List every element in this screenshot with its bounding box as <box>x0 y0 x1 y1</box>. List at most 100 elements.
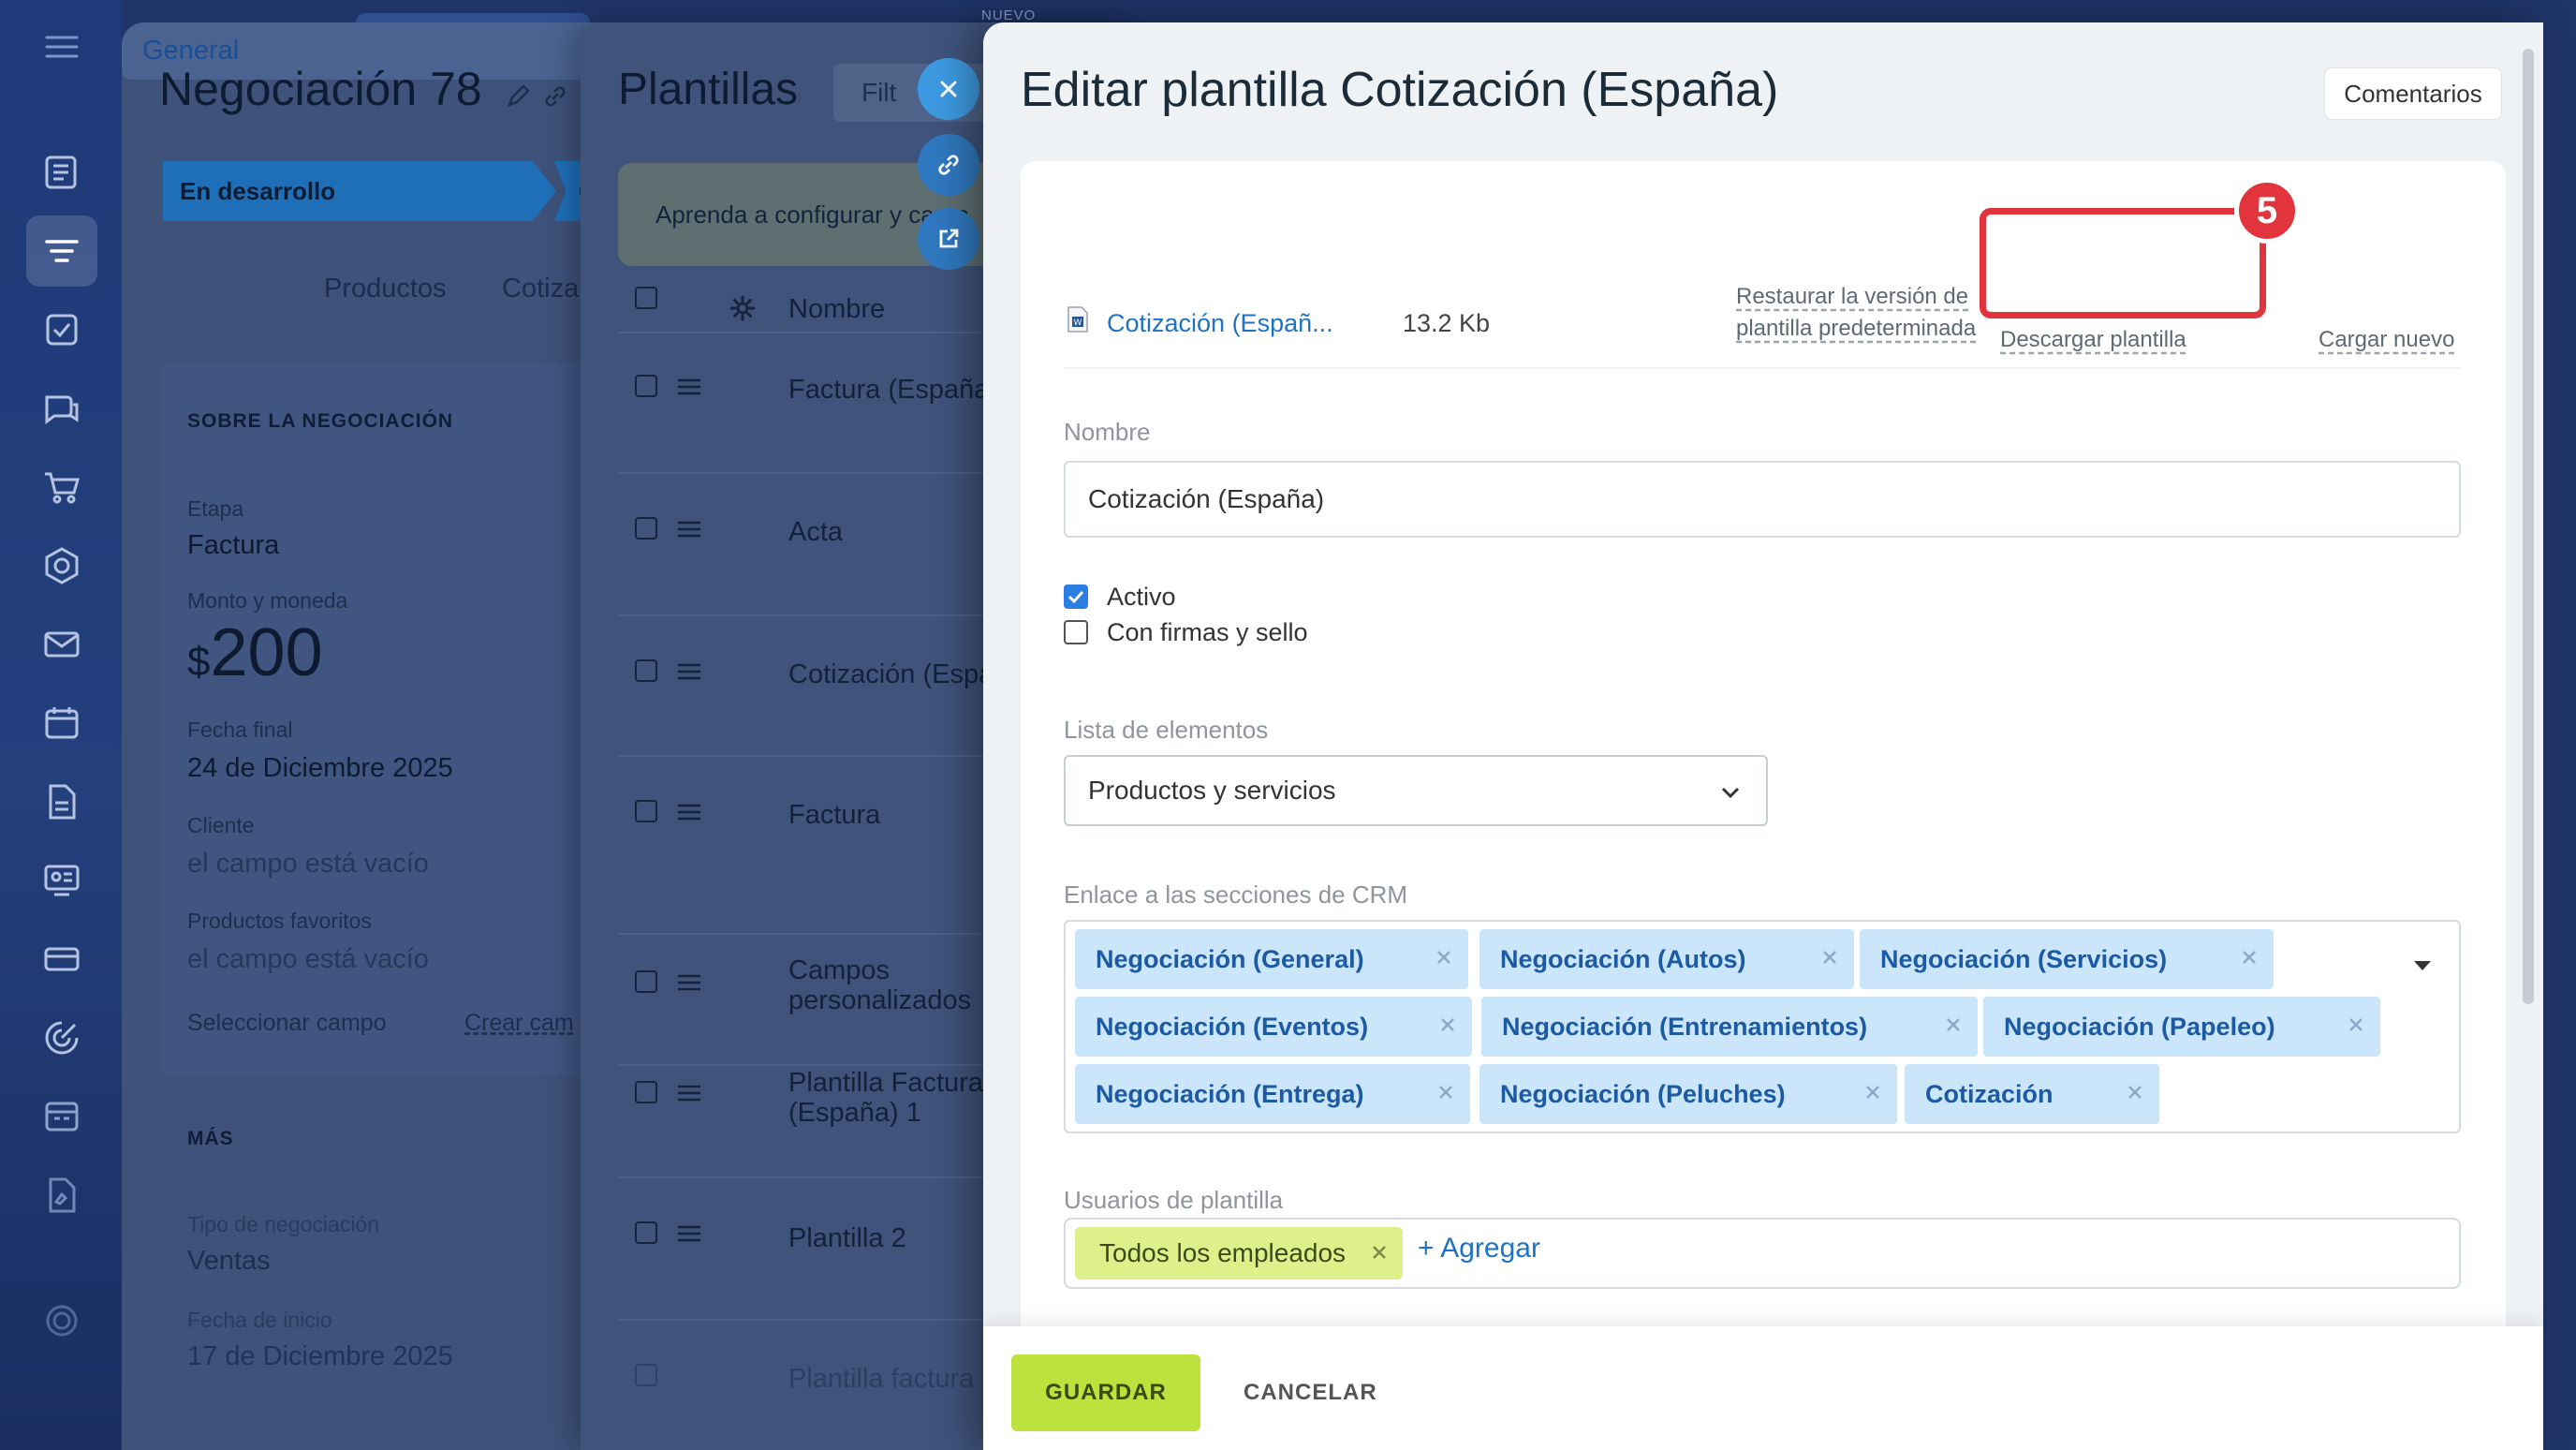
crm-funnel-icon[interactable] <box>37 227 86 275</box>
row-menu-icon[interactable] <box>676 1223 702 1244</box>
chat-icon[interactable] <box>37 384 86 433</box>
remove-tag-icon[interactable] <box>1436 1014 1459 1036</box>
open-new-window-button[interactable] <box>918 208 979 270</box>
template-name[interactable]: Acta <box>788 517 843 548</box>
cancel-button[interactable]: CANCELAR <box>1225 1354 1396 1431</box>
remove-tag-icon[interactable] <box>1435 1081 1457 1103</box>
template-name[interactable]: Factura (España <box>788 375 989 406</box>
row-checkbox[interactable] <box>635 1081 657 1103</box>
client-value[interactable]: el campo está vacío <box>187 849 429 880</box>
amount-number: 200 <box>210 615 323 690</box>
row-checkbox[interactable] <box>635 1364 657 1386</box>
template-name[interactable]: Plantilla factura <box>788 1364 974 1395</box>
download-template-link[interactable]: Descargar plantilla <box>2000 324 2186 356</box>
row-menu-icon[interactable] <box>676 802 702 822</box>
create-field-link[interactable]: Crear cam <box>464 1010 574 1037</box>
documents-icon[interactable] <box>37 777 86 826</box>
remove-tag-icon[interactable] <box>2124 1081 2146 1103</box>
user-tag-label: Todos los empleados <box>1099 1238 1347 1267</box>
menu-icon[interactable] <box>37 22 86 71</box>
start-date-value[interactable]: 17 de Diciembre 2025 <box>187 1341 453 1372</box>
template-file-link[interactable]: Cotización (Españ... <box>1107 309 1333 338</box>
row-menu-icon[interactable] <box>676 377 702 397</box>
upload-new-link[interactable]: Cargar nuevo <box>2318 324 2454 356</box>
element-list-select[interactable]: Productos y servicios <box>1064 755 1768 826</box>
crm-tag[interactable]: Negociación (Papeleo) <box>1983 997 2380 1057</box>
crm-tag[interactable]: Negociación (Servicios) <box>1860 929 2274 989</box>
dropdown-caret-icon[interactable] <box>2414 961 2431 970</box>
crm-tag[interactable]: Negociación (Entrenamientos) <box>1481 997 1978 1057</box>
feed-icon[interactable] <box>37 148 86 197</box>
comments-button[interactable]: Comentarios <box>2324 67 2502 120</box>
sign-icon[interactable] <box>37 1171 86 1220</box>
sites-icon[interactable] <box>37 541 86 590</box>
user-tag[interactable]: Todos los empleados <box>1075 1227 1403 1280</box>
row-checkbox[interactable] <box>635 1221 657 1244</box>
crm-tag[interactable]: Negociación (Autos) <box>1479 929 1854 989</box>
amount-value[interactable]: $200 <box>187 614 323 691</box>
remove-tag-icon[interactable] <box>2238 946 2260 969</box>
cart-icon[interactable] <box>37 463 86 511</box>
mail-icon[interactable] <box>37 620 86 669</box>
crm-tag[interactable]: Negociación (Entrega) <box>1075 1064 1470 1124</box>
template-name[interactable]: Factura <box>788 800 880 831</box>
crm-sections-field[interactable]: Negociación (General) Negociación (Autos… <box>1064 920 2461 1133</box>
crm-tag-label: Negociación (Entrenamientos) <box>1502 1012 1868 1041</box>
crm-tag[interactable]: Negociación (Eventos) <box>1075 997 1472 1057</box>
tab-products[interactable]: Productos <box>324 274 447 304</box>
scrollbar[interactable] <box>2523 49 2534 1004</box>
active-checkbox[interactable] <box>1064 584 1088 609</box>
row-checkbox[interactable] <box>635 375 657 397</box>
crm-tag-label: Cotización <box>1925 1079 2053 1108</box>
stage-value[interactable]: Factura <box>187 530 279 561</box>
template-name[interactable]: Campos personalizados <box>788 955 994 1015</box>
crm-tag[interactable]: Negociación (Peluches) <box>1479 1064 1897 1124</box>
row-menu-icon[interactable] <box>676 519 702 540</box>
end-date-value[interactable]: 24 de Diciembre 2025 <box>187 753 453 784</box>
copy-link-button[interactable] <box>918 134 979 196</box>
name-input[interactable]: Cotización (España) <box>1064 461 2461 538</box>
select-all-checkbox[interactable] <box>635 287 657 309</box>
signatures-checkbox[interactable] <box>1064 620 1088 644</box>
template-name[interactable]: Plantilla Factura (España) 1 <box>788 1068 1013 1128</box>
crm-tag[interactable]: Negociación (General) <box>1075 929 1468 989</box>
remove-tag-icon[interactable] <box>1818 946 1841 969</box>
row-checkbox[interactable] <box>635 800 657 822</box>
row-menu-icon[interactable] <box>676 972 702 993</box>
remove-tag-icon[interactable] <box>1433 946 1455 969</box>
template-users-field[interactable]: Todos los empleados + Agregar <box>1064 1218 2461 1289</box>
template-name[interactable]: Cotización (Espa <box>788 659 994 690</box>
remove-tag-icon[interactable] <box>1942 1014 1965 1036</box>
checkmark-icon <box>1067 590 1084 604</box>
remove-tag-icon[interactable] <box>2345 1014 2367 1036</box>
close-panel-button[interactable] <box>918 58 979 120</box>
column-name-header[interactable]: Nombre <box>788 294 885 325</box>
analytics-icon[interactable] <box>37 1014 86 1062</box>
row-menu-icon[interactable] <box>676 1083 702 1103</box>
row-checkbox[interactable] <box>635 970 657 993</box>
save-button[interactable]: GUARDAR <box>1011 1354 1200 1431</box>
select-field-link[interactable]: Seleccionar campo <box>187 1010 387 1037</box>
edit-pencil-icon[interactable] <box>504 82 532 111</box>
crm-tag[interactable]: Cotización <box>1905 1064 2159 1124</box>
cards-icon[interactable] <box>37 935 86 984</box>
settings-icon[interactable] <box>37 1296 86 1345</box>
row-checkbox[interactable] <box>635 659 657 682</box>
add-user-link[interactable]: + Agregar <box>1418 1233 1540 1265</box>
template-name[interactable]: Plantilla 2 <box>788 1223 906 1254</box>
crm-tag-label: Negociación (Entrega) <box>1096 1079 1364 1108</box>
row-menu-icon[interactable] <box>676 661 702 682</box>
remove-tag-icon[interactable] <box>1862 1081 1884 1103</box>
training-icon[interactable] <box>37 856 86 905</box>
remove-tag-icon[interactable] <box>1369 1242 1390 1263</box>
row-checkbox[interactable] <box>635 517 657 540</box>
schedule-icon[interactable] <box>37 1092 86 1141</box>
stage-in-progress[interactable]: En desarrollo <box>163 161 556 221</box>
link-icon[interactable] <box>541 82 569 111</box>
gear-icon[interactable] <box>729 294 757 322</box>
deal-type-value[interactable]: Ventas <box>187 1246 271 1277</box>
tab-quotes[interactable]: Cotiza <box>502 274 579 304</box>
calendar-icon[interactable] <box>37 699 86 747</box>
fav-products-value[interactable]: el campo está vacío <box>187 944 429 975</box>
tasks-icon[interactable] <box>37 305 86 354</box>
